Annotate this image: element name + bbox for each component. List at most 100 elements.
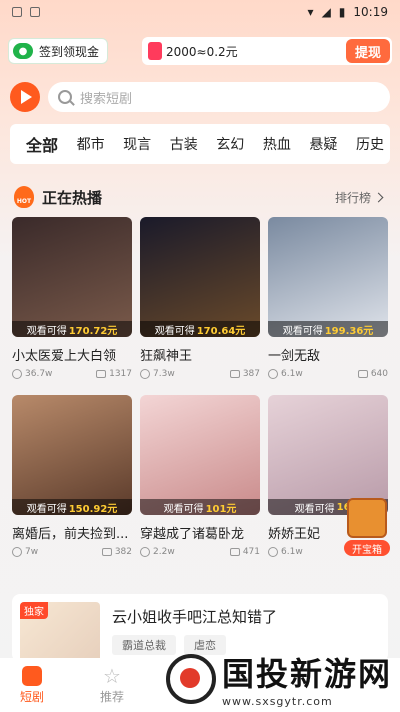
views: 7.3w	[140, 369, 175, 379]
withdraw-button[interactable]: 提现	[345, 39, 390, 63]
search-row: 搜索短剧	[10, 82, 390, 112]
featured-thumbnail: 独家	[20, 602, 100, 662]
share-icon	[229, 548, 240, 556]
play-count-icon	[268, 547, 278, 557]
play-count-icon	[140, 369, 150, 379]
tab-recommend[interactable]: ☆ 推荐	[100, 666, 124, 705]
watermark-url: www.sxsgytr.com	[221, 695, 333, 708]
tab-modern-romance[interactable]: 现言	[123, 134, 151, 154]
category-tabs: 全部 都市 现言 古装 玄幻 热血 悬疑 历史	[10, 124, 390, 164]
drama-poster: 观看可得 199.36元	[268, 217, 388, 337]
share-icon	[101, 548, 112, 556]
exclusive-badge: 独家	[20, 602, 48, 619]
earn-overlay: 观看可得 150.92元	[12, 499, 132, 515]
drama-title: 一剑无敌	[268, 349, 321, 363]
drama-card[interactable]: 观看可得 170.72元 小太医爱上大白领 36.7w 1317	[12, 217, 132, 379]
drama-title: 小太医爱上大白领	[12, 349, 117, 363]
play-count-icon	[12, 369, 22, 379]
search-input[interactable]: 搜索短剧	[48, 82, 390, 112]
search-icon	[58, 90, 72, 104]
share-icon	[96, 370, 107, 378]
app-logo-icon	[10, 82, 40, 112]
earn-amount: 170.72元	[68, 325, 118, 337]
tab-history[interactable]: 历史	[356, 134, 384, 154]
section-title: 正在热播	[42, 188, 103, 207]
shares: 382	[101, 547, 132, 557]
notification-icon	[12, 7, 22, 17]
tab-suspense[interactable]: 悬疑	[309, 134, 337, 154]
tab-fantasy[interactable]: 玄幻	[216, 134, 244, 154]
shares: 471	[229, 547, 260, 557]
status-bar: ▾ ◢ ▮ 10:19	[0, 0, 400, 24]
chevron-right-icon	[373, 192, 384, 202]
views: 6.1w	[268, 547, 303, 557]
ranking-link[interactable]: 排行榜	[334, 189, 384, 206]
earn-amount: 101元	[205, 503, 237, 515]
signin-label: 签到领现金	[39, 44, 100, 59]
drama-grid: 观看可得 170.72元 小太医爱上大白领 36.7w 1317 观看可得 17…	[12, 217, 388, 557]
earn-prefix: 观看可得	[282, 325, 323, 337]
short-drama-icon	[22, 665, 42, 686]
top-bar: ● 签到领现金 2000≈0.2元 提现	[8, 37, 392, 65]
drama-poster: 观看可得 150.92元	[12, 395, 132, 515]
views: 36.7w	[12, 369, 52, 379]
section-header: HOT 正在热播 排行榜	[14, 186, 384, 208]
search-placeholder: 搜索短剧	[80, 91, 133, 107]
shares: 387	[229, 369, 260, 379]
tab-all[interactable]: 全部	[26, 132, 58, 156]
views: 2.2w	[140, 547, 175, 557]
play-count-icon	[268, 369, 278, 379]
earn-overlay: 观看可得 170.64元	[140, 321, 260, 337]
watermark: 国投新游网 www.sxsgytr.com	[165, 649, 392, 708]
shares: 1317	[96, 369, 132, 379]
play-count-icon	[12, 547, 22, 557]
drama-poster: 观看可得 170.64元	[140, 217, 260, 337]
app-icon	[30, 7, 40, 17]
drama-card[interactable]: 观看可得 199.36元 一剑无敌 6.1w 640	[268, 217, 388, 379]
drama-poster: 观看可得 168.	[268, 395, 388, 515]
tab-short-drama[interactable]: 短剧	[20, 665, 45, 705]
share-icon	[229, 370, 240, 378]
red-envelope-icon	[148, 42, 162, 60]
tab-costume[interactable]: 古装	[170, 134, 198, 154]
earn-prefix: 观看可得	[294, 503, 335, 515]
wechat-icon: ●	[13, 43, 33, 59]
wifi-icon: ▾	[307, 5, 314, 19]
treasure-chest-button[interactable]: 开宝箱	[344, 498, 390, 558]
reward-text: 2000≈0.2元	[166, 44, 238, 59]
reward-banner[interactable]: 2000≈0.2元 提现	[142, 37, 392, 65]
earn-prefix: 观看可得	[26, 503, 67, 515]
views: 6.1w	[268, 369, 303, 379]
earn-prefix: 观看可得	[163, 503, 204, 515]
earn-prefix: 观看可得	[26, 325, 67, 337]
drama-poster: 观看可得 170.72元	[12, 217, 132, 337]
treasure-chest-label: 开宝箱	[344, 540, 390, 556]
earn-overlay: 观看可得 101元	[140, 499, 260, 515]
drama-title: 离婚后，前夫捡到...	[12, 527, 129, 541]
watermark-logo	[165, 653, 216, 704]
earn-overlay: 观看可得 199.36元	[268, 321, 388, 337]
drama-title: 狂飙神王	[140, 349, 193, 363]
treasure-chest-icon	[347, 498, 387, 538]
signal-icon: ◢	[321, 5, 331, 19]
drama-card[interactable]: 观看可得 170.64元 狂飙神王 7.3w 387	[140, 217, 260, 379]
tab-urban[interactable]: 都市	[77, 134, 105, 154]
drama-card[interactable]: 观看可得 150.92元 离婚后，前夫捡到... 7w 382	[12, 395, 132, 557]
tab-label: 短剧	[20, 689, 45, 704]
ranking-label: 排行榜	[334, 190, 371, 205]
featured-title: 云小姐收手吧江总知错了	[112, 608, 278, 626]
share-icon	[357, 370, 368, 378]
drama-card[interactable]: 观看可得 101元 穿越成了诸葛卧龙 2.2w 471	[140, 395, 260, 557]
hot-flame-icon: HOT	[14, 186, 34, 208]
signin-button[interactable]: ● 签到领现金	[8, 38, 109, 64]
earn-amount: 170.64元	[196, 325, 246, 337]
earn-overlay: 观看可得 170.72元	[12, 321, 132, 337]
earn-amount: 150.92元	[68, 503, 118, 515]
clock: 10:19	[353, 5, 388, 19]
watermark-text: 国投新游网	[221, 655, 392, 693]
tab-label: 推荐	[100, 689, 125, 704]
tab-action[interactable]: 热血	[263, 134, 291, 154]
drama-poster: 观看可得 101元	[140, 395, 260, 515]
star-icon: ☆	[103, 663, 121, 688]
earn-prefix: 观看可得	[154, 325, 195, 337]
